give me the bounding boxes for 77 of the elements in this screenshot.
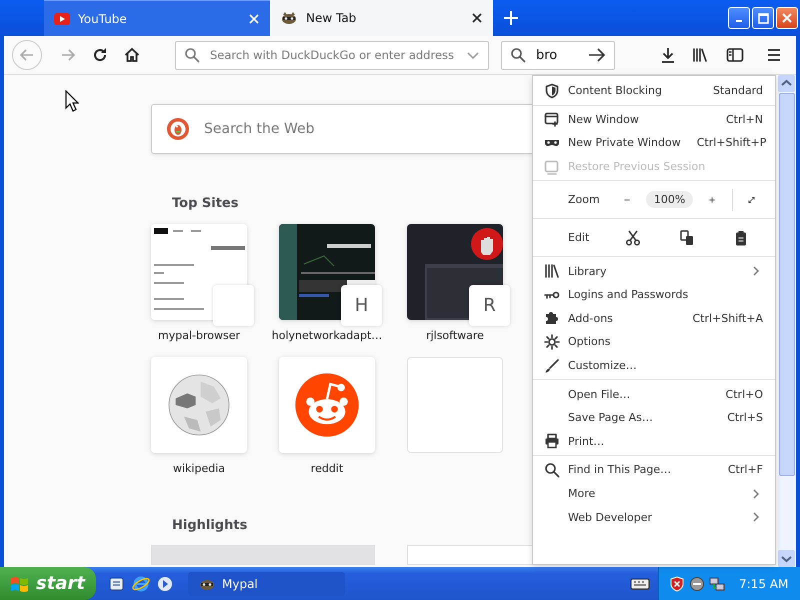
- site-tile[interactable]: [279, 357, 375, 453]
- search-icon: [184, 47, 200, 63]
- menu-icon[interactable]: [766, 47, 782, 63]
- menu-item[interactable]: Options: [533, 330, 775, 354]
- menu-label: Edit: [568, 231, 590, 244]
- clipboard-icon[interactable]: [733, 230, 749, 246]
- site-tile[interactable]: [151, 357, 247, 453]
- library-icon: [544, 263, 560, 280]
- maximize-icon[interactable]: [758, 12, 768, 24]
- minimize-button[interactable]: [728, 7, 750, 29]
- close-button[interactable]: [776, 7, 798, 29]
- puzzle-icon: [544, 310, 560, 326]
- menu-item[interactable]: Open File… Ctrl+O: [533, 382, 775, 406]
- menu-item[interactable]: Content Blocking Standard: [533, 79, 775, 103]
- new-tab-icon[interactable]: [503, 10, 519, 26]
- home-icon[interactable]: [124, 47, 140, 63]
- site-label[interactable]: mypal-browser: [158, 329, 240, 342]
- letter-icon: R: [469, 285, 510, 326]
- menu-item[interactable]: Customize…: [533, 354, 775, 378]
- go-arrow-icon[interactable]: [588, 47, 606, 63]
- menu-item[interactable]: Print…: [533, 430, 775, 454]
- menu-item[interactable]: Add-ons Ctrl+Shift+A: [533, 306, 775, 330]
- gear-icon: [544, 334, 560, 350]
- clock: 7:15 AM: [739, 576, 788, 590]
- menu-item[interactable]: Save Page As… Ctrl+S: [533, 406, 775, 430]
- document-icon[interactable]: [108, 574, 126, 592]
- shield-icon[interactable]: [669, 576, 685, 592]
- library-icon[interactable]: [692, 47, 710, 63]
- site-label[interactable]: holynetworkadapt…: [272, 329, 382, 342]
- address-field[interactable]: Search with DuckDuckGo or enter address: [208, 47, 458, 63]
- search-field[interactable]: bro: [534, 46, 580, 64]
- globe-icon[interactable]: [132, 574, 150, 592]
- section-heading: Highlights: [172, 518, 248, 533]
- menu-item[interactable]: Library: [533, 259, 775, 283]
- copy-icon[interactable]: [679, 230, 695, 246]
- site-label[interactable]: reddit: [310, 462, 344, 475]
- maximize-button[interactable]: [752, 7, 774, 29]
- play-icon[interactable]: [156, 574, 174, 592]
- scroll-thumb[interactable]: [779, 93, 795, 476]
- search-bar[interactable]: bro: [501, 40, 615, 70]
- mouse-pointer-icon: [65, 90, 79, 112]
- brush-icon: [544, 358, 560, 374]
- menu-item[interactable]: Find in This Page… Ctrl+F: [533, 458, 775, 482]
- tab[interactable]: YouTube: [44, 0, 270, 36]
- menu-item[interactable]: Logins and Passwords: [533, 282, 775, 307]
- keyboard-icon[interactable]: [630, 576, 650, 590]
- new-window-icon: [544, 111, 560, 128]
- taskbar-button[interactable]: Mypal: [188, 572, 345, 596]
- letter-icon: H: [341, 285, 382, 326]
- search-icon: [544, 462, 560, 478]
- scrollbar[interactable]: [778, 75, 796, 567]
- scissors-icon[interactable]: [625, 230, 641, 246]
- site-label[interactable]: wikipedia: [172, 462, 225, 475]
- menu-item[interactable]: Web Developer: [533, 505, 775, 529]
- restore-icon: [544, 158, 560, 175]
- site-label[interactable]: rjlsoftware: [426, 329, 484, 342]
- printer-icon: [544, 433, 560, 450]
- menu-label: Zoom: [568, 193, 600, 206]
- section-heading: Top Sites: [172, 196, 238, 211]
- scroll-down-icon[interactable]: [778, 550, 795, 567]
- reload-icon[interactable]: [92, 47, 108, 63]
- web-search-field[interactable]: Search the Web: [202, 120, 526, 138]
- address-bar[interactable]: Search with DuckDuckGo or enter address: [175, 40, 489, 70]
- zoom-reset-button[interactable]: 100%: [646, 191, 694, 208]
- sidebar-icon[interactable]: [726, 47, 744, 63]
- menu-item[interactable]: More: [533, 482, 775, 506]
- raccoon-icon: [280, 11, 298, 25]
- play-icon: [54, 12, 70, 24]
- shield-icon: [544, 82, 560, 99]
- scroll-up-icon[interactable]: [778, 75, 795, 92]
- site-icon: [213, 285, 254, 326]
- tab[interactable]: New Tab: [270, 0, 493, 36]
- network-icon[interactable]: [709, 576, 725, 592]
- duck-logo-icon: [166, 117, 190, 141]
- search-icon: [510, 47, 526, 63]
- download-icon[interactable]: [660, 47, 676, 63]
- close-icon[interactable]: [471, 12, 483, 24]
